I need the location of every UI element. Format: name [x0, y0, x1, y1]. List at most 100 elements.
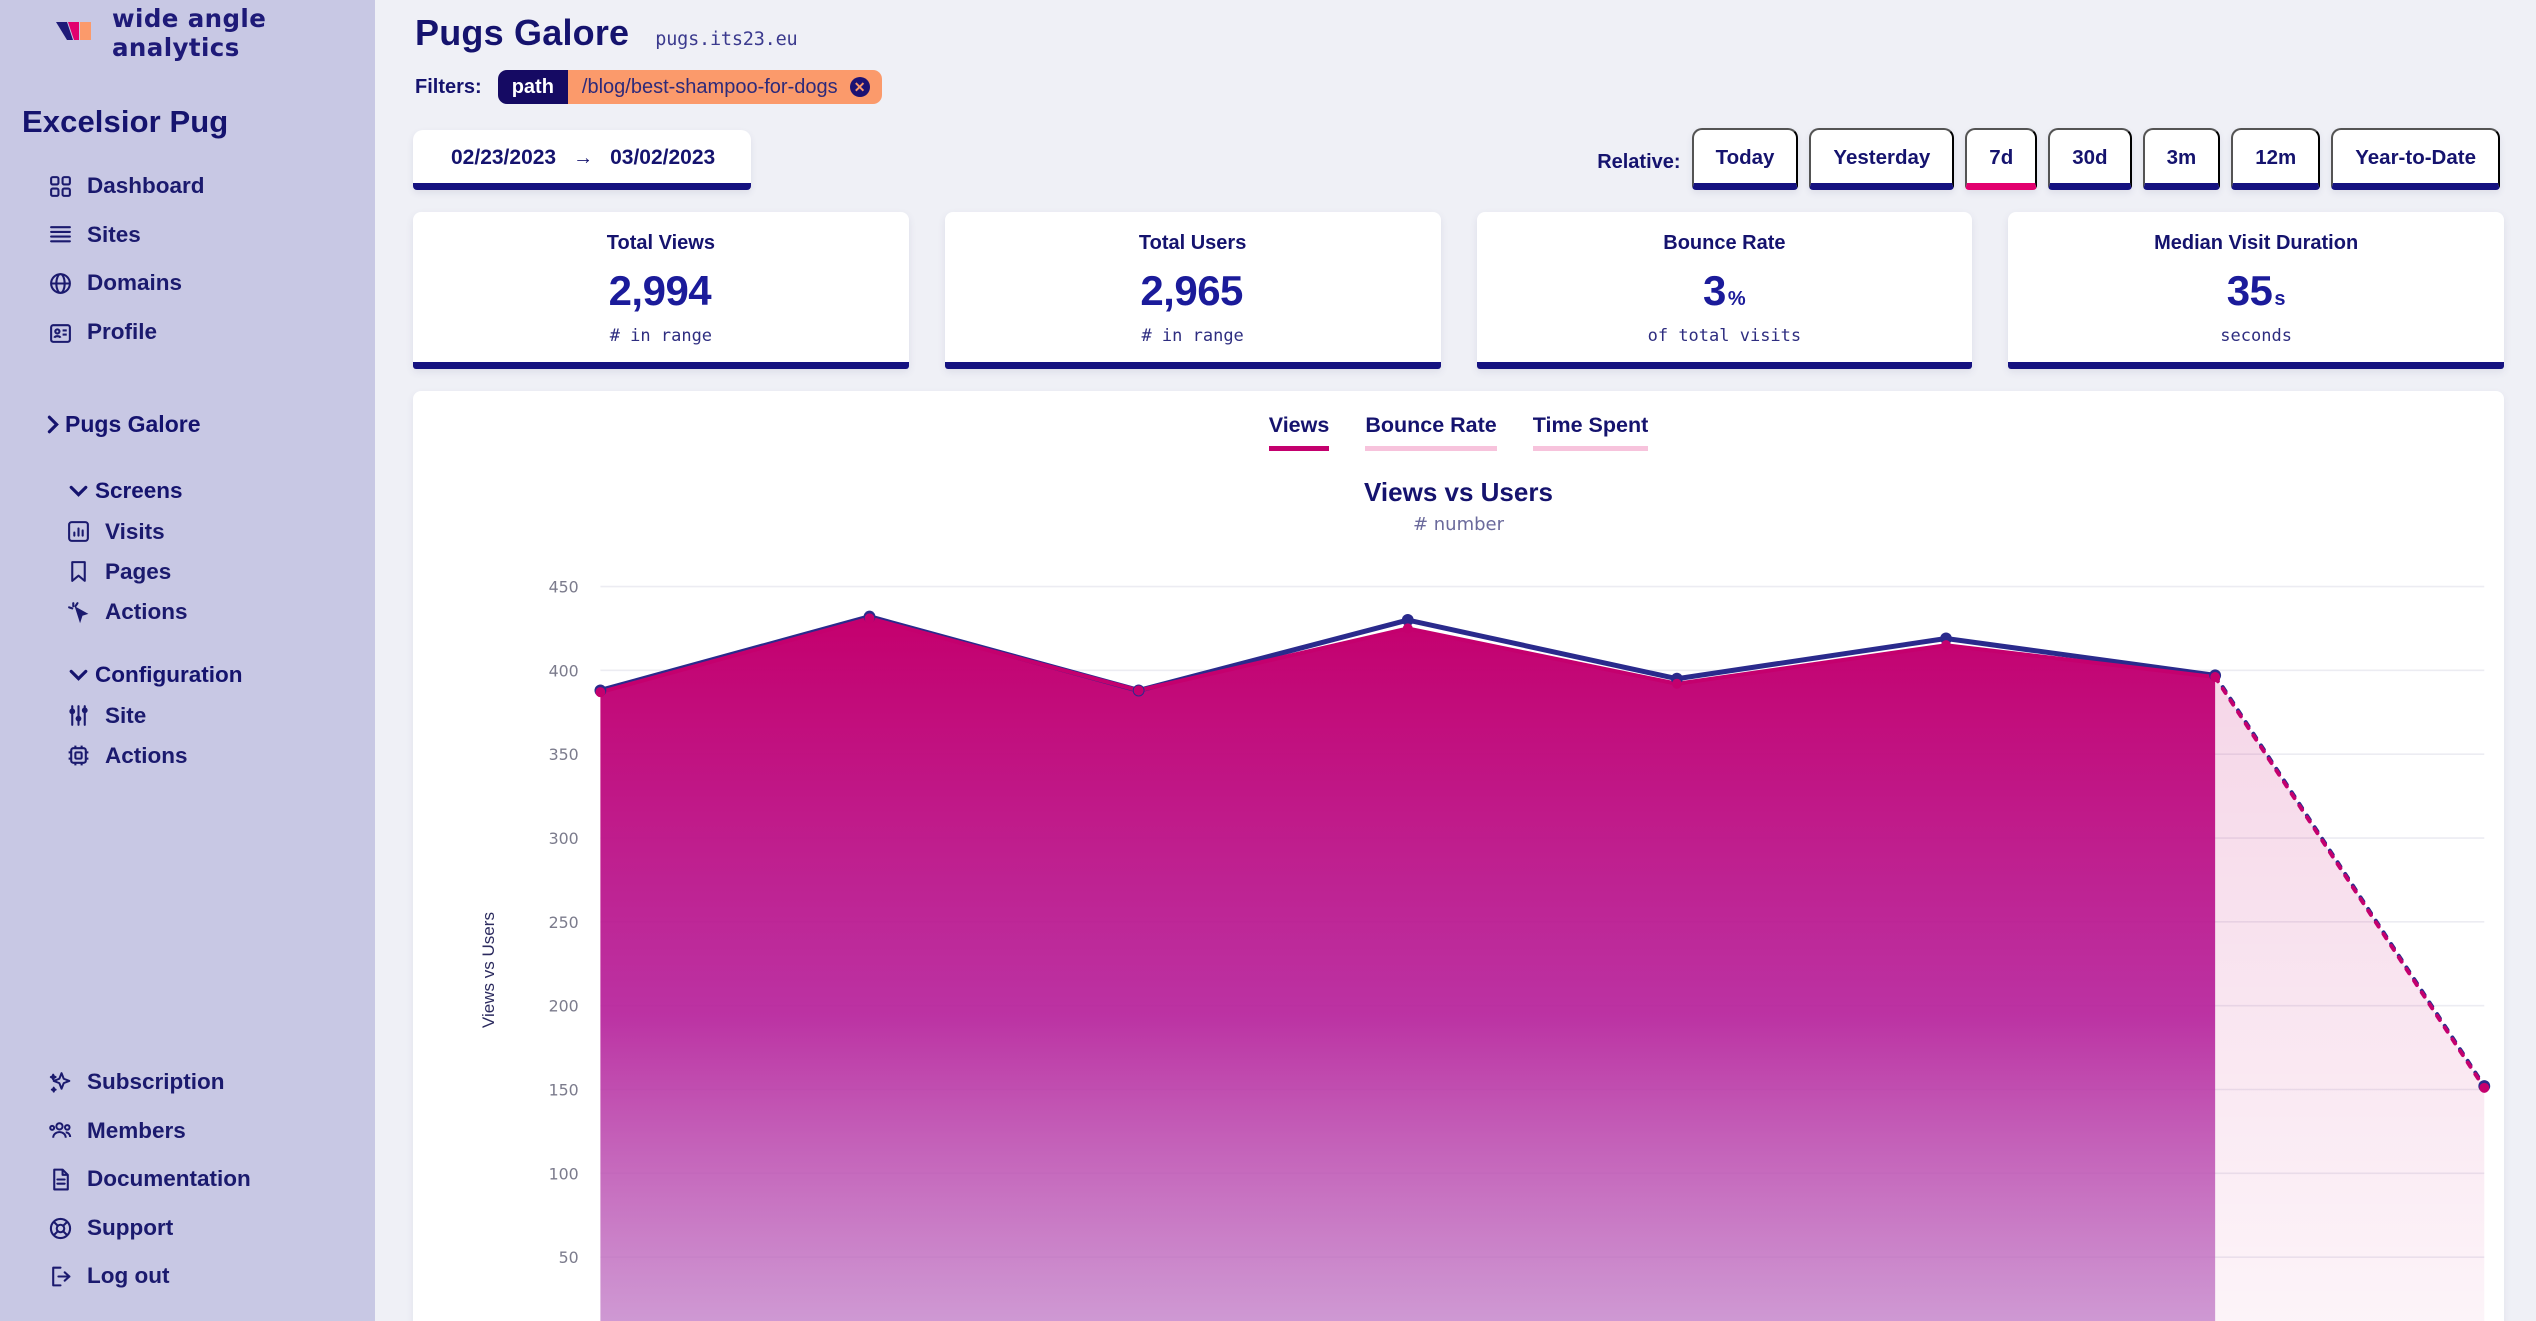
sidebar-item-site[interactable]: Site: [0, 696, 375, 736]
sidebar-item-label: Actions: [105, 742, 188, 768]
filters-bar: Filters: path /blog/best-shampoo-for-dog…: [413, 70, 2504, 104]
sidebar-item-actions-screens[interactable]: Actions: [0, 592, 375, 632]
lifebuoy-icon: [48, 1216, 73, 1241]
relative-btn-yesterday[interactable]: Yesterday: [1809, 128, 1955, 190]
sidebar-site-label: Pugs Galore: [65, 410, 201, 437]
filter-chip-value-wrap: /blog/best-shampoo-for-dogs ✕: [567, 70, 882, 104]
sparkle-icon: [48, 1070, 73, 1095]
brand-name: WIDE ANGLE ANALYTICS: [112, 4, 267, 62]
sidebar-item-domains[interactable]: Domains: [0, 259, 375, 308]
sidebar-item-actions-config[interactable]: Actions: [0, 736, 375, 776]
relative-btn-today[interactable]: Today: [1691, 128, 1799, 190]
stat-label: Median Visit Duration: [2154, 232, 2359, 254]
sidebar-item-label: Actions: [105, 598, 188, 624]
stat-value-wrap: 2,965: [955, 267, 1431, 315]
bookmark-icon: [66, 559, 91, 584]
tab-bounce-rate[interactable]: Bounce Rate: [1365, 413, 1497, 451]
relative-btn-12m[interactable]: 12m: [2231, 128, 2321, 190]
relative-btn-7d[interactable]: 7d: [1965, 128, 2038, 190]
sidebar-item-subscription[interactable]: Subscription: [0, 1058, 375, 1107]
stat-unit: %: [1727, 288, 1746, 310]
stat-value-wrap: 35 s: [2018, 267, 2494, 315]
filter-chip-path[interactable]: path /blog/best-shampoo-for-dogs ✕: [497, 70, 882, 104]
sidebar-item-pages[interactable]: Pages: [0, 552, 375, 592]
sidebar-item-profile[interactable]: Profile: [0, 308, 375, 357]
svg-text:150: 150: [549, 1080, 579, 1099]
sidebar-group-label: Configuration: [95, 661, 243, 687]
tab-views[interactable]: Views: [1268, 413, 1330, 451]
views-vs-users-area-chart: 50 100 150 200 250 300 350 400 450 Views vs Users: [479, 577, 2491, 1321]
wide-angle-logo-icon: [56, 20, 98, 47]
sidebar-group-label: Screens: [95, 477, 183, 503]
relative-btn-30d[interactable]: 30d: [2048, 128, 2132, 190]
stat-label: Total Users: [1138, 232, 1247, 254]
stat-value: 3: [1703, 267, 1726, 314]
filter-chip-key: path: [497, 70, 568, 104]
relative-btn-3m[interactable]: 3m: [2142, 128, 2221, 190]
sidebar-item-sites[interactable]: Sites: [0, 211, 375, 260]
sidebar-item-label: Profile: [87, 318, 158, 344]
sidebar-site-pugs-galore[interactable]: Pugs Galore: [0, 401, 375, 448]
cursor-click-icon: [66, 599, 91, 624]
tab-time-spent[interactable]: Time Spent: [1532, 413, 1649, 451]
stat-card-total-users: Total Users 2,965 # in range: [944, 212, 1441, 369]
relative-range-group: Relative: Today Yesterday 7d 30d 3m 12m …: [1597, 128, 2504, 190]
sidebar-item-members[interactable]: Members: [0, 1107, 375, 1156]
people-icon: [48, 1118, 73, 1143]
account-name: Excelsior Pug: [22, 104, 229, 139]
svg-text:Views vs Users: Views vs Users: [479, 912, 498, 1028]
date-range-end: 03/02/2023: [610, 146, 716, 169]
stat-value-wrap: 3%: [1487, 267, 1963, 315]
sidebar-group-screens[interactable]: Screens: [0, 470, 375, 512]
stat-card-bounce-rate: Bounce Rate 3% of total visits: [1476, 212, 1973, 369]
chevron-down-icon: [66, 662, 88, 687]
chart-plot-area[interactable]: 50 100 150 200 250 300 350 400 450 Views vs Users: [413, 539, 2504, 1321]
sidebar-item-dashboard[interactable]: Dashboard: [0, 162, 375, 211]
page-domain: pugs.its23.eu: [655, 29, 798, 50]
close-circle-icon[interactable]: ✕: [849, 77, 870, 97]
id-card-icon: [48, 320, 73, 345]
sidebar-item-label: Sites: [87, 221, 141, 247]
svg-text:350: 350: [549, 745, 579, 764]
sidebar-item-documentation[interactable]: Documentation: [0, 1155, 375, 1204]
sidebar-item-label: Documentation: [87, 1166, 251, 1192]
svg-text:400: 400: [549, 661, 579, 680]
stat-label: Bounce Rate: [1663, 232, 1786, 254]
chart-panel: Views Bounce Rate Time Spent Views vs Us…: [413, 391, 2504, 1321]
date-range-picker[interactable]: 02/23/2023 → 03/02/2023: [413, 130, 752, 190]
stat-card-total-views: Total Views 2,994 # in range: [413, 212, 909, 369]
relative-label: Relative:: [1597, 151, 1681, 173]
sidebar-item-label: Support: [87, 1214, 174, 1240]
chart-title: Views vs Users: [1364, 477, 1553, 507]
chevron-down-icon: [66, 478, 88, 503]
stat-label: Total Views: [606, 232, 715, 254]
grid-icon: [48, 174, 73, 199]
stat-unit: s: [2274, 288, 2286, 310]
sidebar-item-logout[interactable]: Log out: [0, 1252, 375, 1301]
stat-cards-row: Total Views 2,994 # in range Total Users…: [413, 212, 2504, 369]
relative-btn-year-to-date[interactable]: Year-to-Date: [2331, 128, 2500, 190]
svg-text:50: 50: [559, 1248, 579, 1267]
stat-sublabel: # in range: [1141, 326, 1244, 346]
stat-sublabel: of total visits: [1647, 326, 1802, 346]
stat-sublabel: # in range: [609, 326, 713, 346]
brand-logo[interactable]: WIDE ANGLE ANALYTICS: [0, 0, 375, 62]
svg-text:250: 250: [549, 913, 579, 932]
svg-text:300: 300: [549, 829, 579, 848]
filters-label: Filters:: [415, 75, 482, 98]
chart-subtitle: # number: [1412, 514, 1505, 535]
stat-card-median-visit-duration: Median Visit Duration 35 s seconds: [2008, 212, 2504, 369]
chart-tab-bar: Views Bounce Rate Time Spent: [413, 391, 2504, 451]
sidebar-bottom-nav: Subscription Members Documentation Suppo…: [0, 1058, 375, 1301]
sidebar-item-label: Log out: [87, 1263, 170, 1289]
sidebar-item-support[interactable]: Support: [0, 1204, 375, 1253]
list-icon: [48, 222, 73, 247]
stat-value-wrap: 2,994: [423, 267, 899, 315]
sidebar-group-configuration[interactable]: Configuration: [0, 654, 375, 696]
stat-value: 35: [2226, 267, 2273, 314]
svg-text:200: 200: [549, 997, 579, 1016]
arrow-right-icon: →: [573, 146, 594, 169]
page-title: Pugs Galore: [415, 12, 630, 53]
chip-icon: [66, 743, 91, 768]
sidebar-item-visits[interactable]: Visits: [0, 512, 375, 552]
